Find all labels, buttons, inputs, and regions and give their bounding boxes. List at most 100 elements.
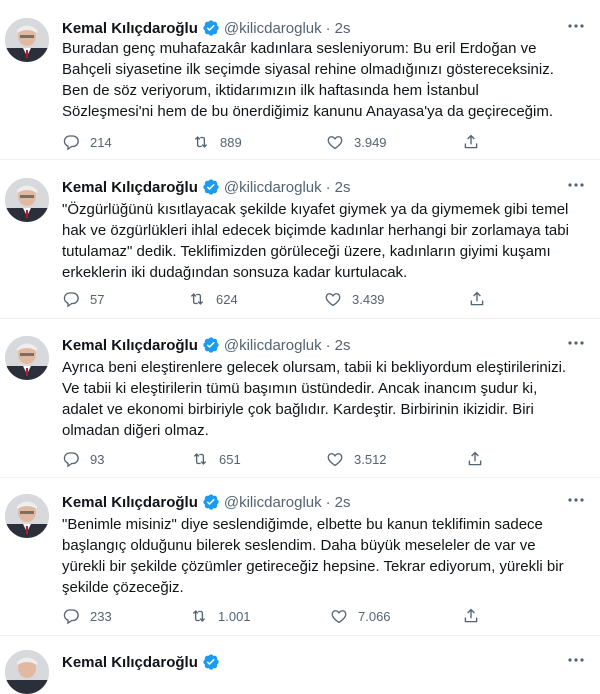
tweet-actions: 57 624 3.439 [62, 290, 484, 310]
tweet-text-line: başlangıç olduğunu bilerek seslendim. Da… [62, 537, 536, 554]
like-button[interactable]: 3.439 [324, 290, 385, 308]
reply-icon [63, 292, 79, 308]
more-icon[interactable] [566, 652, 586, 668]
tweet-text-line: Sözleşmesi'ni hem de bu önerdiğimiz kanu… [62, 103, 554, 120]
timestamp[interactable]: 2s [335, 337, 351, 354]
like-button[interactable]: 7.066 [330, 607, 391, 625]
like-count: 3.439 [352, 291, 385, 307]
tweet[interactable]: Kemal Kılıçdaroğlu @kilicdarogluk · 2s "… [0, 478, 600, 636]
reply-count: 57 [90, 291, 105, 307]
share-icon [464, 608, 478, 623]
verified-badge-icon [203, 20, 219, 36]
reply-button[interactable]: 93 [62, 450, 104, 468]
tweet-actions: 233 1.001 7.066 [62, 607, 482, 627]
like-count: 7.066 [358, 608, 391, 624]
author-name[interactable]: Kemal Kılıçdaroğlu [62, 494, 198, 511]
share-button[interactable] [462, 133, 490, 151]
tweet-text-line: Bahçeli siyasetine ilk seçimde siyasal r… [62, 61, 554, 78]
tweet[interactable]: Kemal Kılıçdaroğlu [0, 636, 600, 694]
timestamp[interactable]: 2s [335, 20, 351, 37]
avatar[interactable] [5, 18, 49, 62]
retweet-button[interactable]: 1.001 [190, 607, 251, 625]
tweet-text-line: olmadan diğeri olmaz. [62, 422, 209, 439]
retweet-button[interactable]: 889 [192, 133, 242, 151]
avatar[interactable] [5, 494, 49, 538]
author-handle[interactable]: @kilicdarogluk [224, 494, 322, 511]
separator-dot: · [325, 19, 331, 37]
verified-badge-icon [203, 179, 219, 195]
verified-badge-icon [203, 654, 219, 670]
author-name[interactable]: Kemal Kılıçdaroğlu [62, 337, 198, 354]
like-icon [327, 453, 343, 467]
retweet-icon [194, 136, 208, 148]
tweet-text: "Benimle misiniz" diye seslendiğimde, el… [62, 514, 572, 598]
reply-icon [63, 135, 79, 151]
like-count: 3.949 [354, 134, 387, 150]
tweet[interactable]: Kemal Kılıçdaroğlu @kilicdarogluk · 2s "… [0, 160, 600, 319]
author-handle[interactable]: @kilicdarogluk [224, 20, 322, 37]
tweet[interactable]: Kemal Kılıçdaroğlu @kilicdarogluk · 2s B… [0, 0, 600, 160]
verified-badge-icon [203, 337, 219, 353]
more-icon[interactable] [566, 335, 586, 351]
reply-icon [63, 452, 79, 468]
share-icon [464, 134, 478, 149]
tweet-text: "Özgürlüğünü kısıtlayacak şekilde kıyafe… [62, 199, 572, 283]
like-button[interactable]: 3.512 [326, 450, 387, 468]
reply-button[interactable]: 233 [62, 607, 112, 625]
author-name[interactable]: Kemal Kılıçdaroğlu [62, 20, 198, 37]
like-count: 3.512 [354, 451, 387, 467]
like-icon [327, 136, 343, 150]
more-icon[interactable] [566, 177, 586, 193]
retweet-button[interactable]: 624 [188, 290, 238, 308]
tweet-text: Buradan genç muhafazakâr kadınlara sesle… [62, 38, 572, 122]
tweet-actions: 214 889 3.949 [62, 133, 482, 153]
more-icon[interactable] [566, 492, 586, 508]
avatar[interactable] [5, 336, 49, 380]
tweet-text-line: Ben de söz veriyorum, iktidarımızın ilk … [62, 82, 479, 99]
share-icon [470, 291, 484, 306]
avatar[interactable] [5, 178, 49, 222]
more-icon[interactable] [566, 18, 586, 34]
tweet-text-line: hak ve özgürlükleri ihlal edecek biçimde… [62, 222, 569, 239]
reply-count: 214 [90, 134, 112, 150]
tweet-text-line: adalet ve ekonomi birbiriyle çok bağlıdı… [62, 401, 534, 418]
reply-count: 93 [90, 451, 105, 467]
reply-button[interactable]: 57 [62, 290, 104, 308]
tweet[interactable]: Kemal Kılıçdaroğlu @kilicdarogluk · 2s A… [0, 319, 600, 478]
like-button[interactable]: 3.949 [326, 133, 387, 151]
reply-count: 233 [90, 608, 112, 624]
tweet-text-line: Ayrıca beni eleştirenlere gelecek olursa… [62, 359, 567, 376]
timestamp[interactable]: 2s [335, 179, 351, 196]
avatar[interactable] [5, 650, 49, 694]
share-button[interactable] [462, 607, 490, 625]
tweet-text: Ayrıca beni eleştirenlere gelecek olursa… [62, 357, 572, 441]
verified-badge-icon [203, 494, 219, 510]
reply-button[interactable]: 214 [62, 133, 112, 151]
reply-icon [63, 609, 79, 625]
like-icon [331, 610, 347, 624]
separator-dot: · [325, 493, 331, 511]
share-icon [468, 451, 482, 466]
tweet-text-line: tutulamaz" dedik. Teklifimizden görülece… [62, 243, 551, 260]
retweet-count: 624 [216, 291, 238, 307]
tweet-text-line: Buradan genç muhafazakâr kadınlara sesle… [62, 40, 537, 57]
tweet-text-line: Ve tabii ki eleştirilerin tümü başımın ü… [62, 380, 538, 397]
retweet-count: 889 [220, 134, 242, 150]
retweet-icon [190, 293, 204, 305]
tweet-text-line: "Benimle misiniz" diye seslendiğimde, el… [62, 516, 543, 533]
separator-dot: · [325, 178, 331, 196]
author-handle[interactable]: @kilicdarogluk [224, 179, 322, 196]
author-handle[interactable]: @kilicdarogluk [224, 337, 322, 354]
share-button[interactable] [466, 450, 494, 468]
tweet-actions: 93 651 3.512 [62, 450, 482, 470]
tweet-text-line: yürekli bir şekilde çözümler getireceğiz… [62, 558, 564, 575]
retweet-count: 651 [219, 451, 241, 467]
tweet-text-line: "Özgürlüğünü kısıtlayacak şekilde kıyafe… [62, 201, 569, 218]
retweet-button[interactable]: 651 [191, 450, 241, 468]
author-name[interactable]: Kemal Kılıçdaroğlu [62, 179, 198, 196]
share-button[interactable] [468, 290, 496, 308]
tweet-text-line: erkeklerin iki dudağından sonsuza kadar … [62, 264, 408, 281]
timestamp[interactable]: 2s [335, 494, 351, 511]
retweet-icon [192, 610, 206, 622]
retweet-icon [193, 453, 207, 465]
